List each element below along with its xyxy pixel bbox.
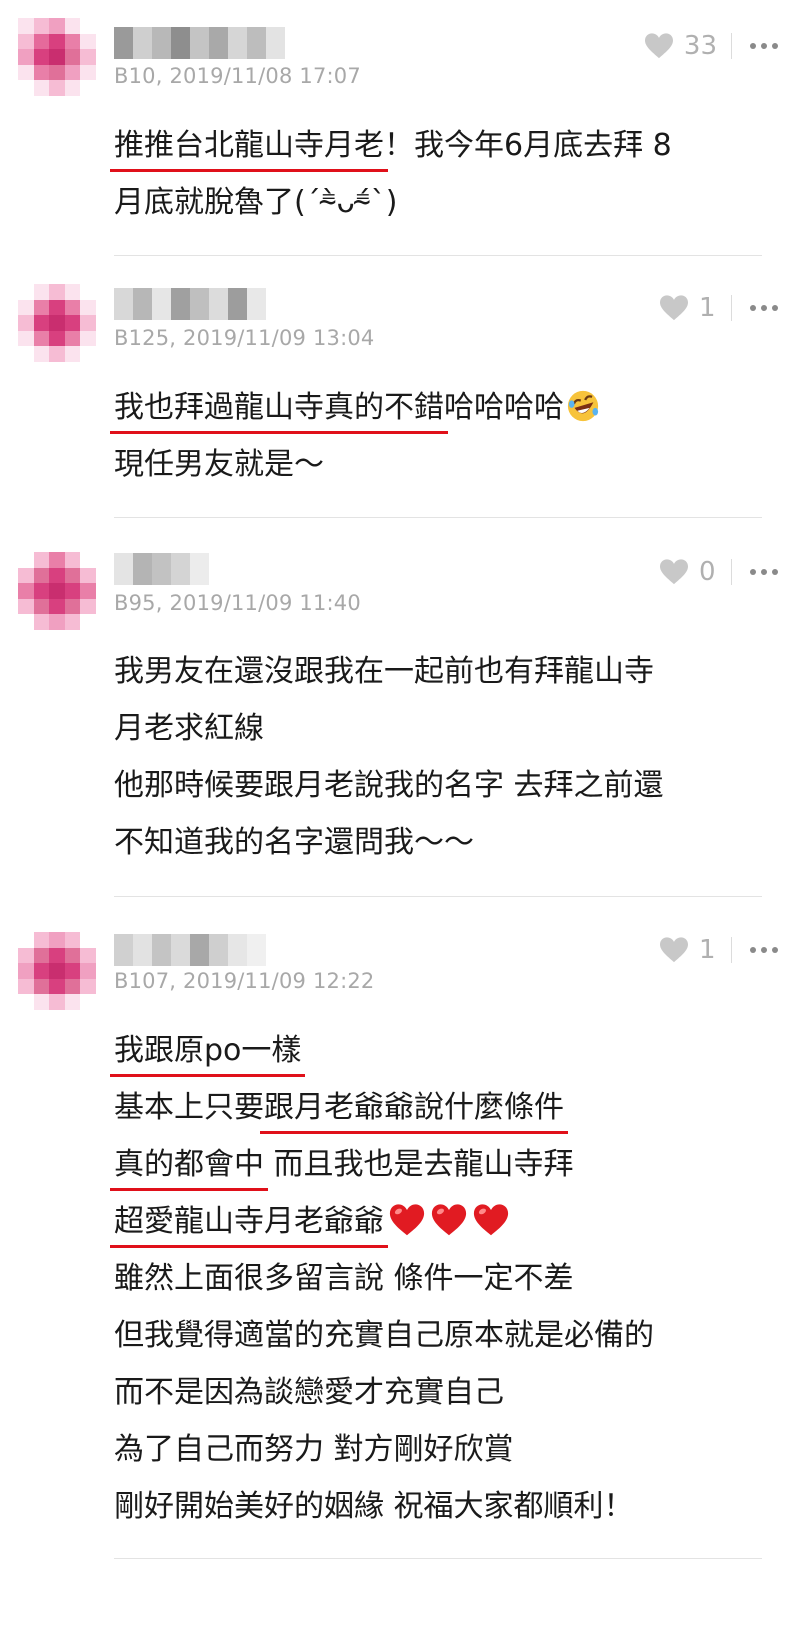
like-count: 1	[699, 935, 716, 965]
avatar[interactable]	[18, 284, 96, 362]
heart-icon	[644, 33, 673, 59]
comment-line: 我也拜過龍山寺真的不錯哈哈哈哈	[114, 379, 600, 436]
underlined-text: 真的都會中	[114, 1147, 264, 1182]
comment-body: 推推台北龍山寺月老！我今年6月底去拜 8 月底就脫魯了(ˊ⁼̴̀ᴗ⁼̴́ˋ)	[114, 117, 672, 231]
like-count: 33	[683, 31, 717, 61]
comment-line: 但我覺得適當的充實自己原本就是必備的	[114, 1307, 654, 1364]
underlined-text: 推推台北龍山寺月老	[114, 128, 384, 163]
more-options-icon[interactable]	[750, 305, 778, 311]
comment-text: 他那時候要跟月老說我的名字 去拜之前還	[114, 768, 664, 803]
comment-text: 而且我也是去龍山寺拜	[264, 1147, 574, 1182]
like-button[interactable]: 1	[659, 935, 717, 965]
comment-line: 雖然上面很多留言說 條件一定不差	[114, 1250, 654, 1307]
like-count: 1	[699, 293, 716, 323]
divider	[731, 33, 732, 59]
heart-icon	[660, 559, 688, 585]
comment-line: 我跟原po一樣	[114, 1022, 654, 1079]
more-options-icon[interactable]	[750, 43, 778, 49]
comment-line: 月老求紅線	[114, 700, 664, 757]
rolling-laughing-emoji-icon	[567, 390, 599, 422]
avatar[interactable]	[18, 18, 96, 96]
comment-line: 我男友在還沒跟我在一起前也有拜龍山寺	[114, 643, 664, 700]
comment-actions: 1	[659, 288, 778, 328]
avatar[interactable]	[18, 552, 96, 630]
comment-text: 現任男友就是～	[114, 447, 324, 482]
comment-actions: 1	[659, 930, 778, 970]
username-blurred[interactable]	[114, 934, 266, 966]
comment-meta: B125, 2019/11/09 13:04	[114, 326, 375, 350]
comment-text: 我男友在還沒跟我在一起前也有拜龍山寺	[114, 654, 654, 689]
comment-text: ！我今年6月底去拜 8	[384, 128, 672, 163]
comment-line: 超愛龍山寺月老爺爺	[114, 1193, 654, 1250]
username-blurred[interactable]	[114, 553, 209, 585]
divider	[731, 937, 732, 963]
underlined-text: 我也拜過龍山寺真的不錯	[114, 390, 444, 425]
underlined-text: 我跟原po一樣	[114, 1033, 302, 1068]
comment-meta: B95, 2019/11/09 11:40	[114, 591, 361, 615]
comment-line: 現任男友就是～	[114, 436, 600, 493]
comment-line: 月底就脫魯了(ˊ⁼̴̀ᴗ⁼̴́ˋ)	[114, 174, 672, 231]
comment-meta: B107, 2019/11/09 12:22	[114, 969, 375, 993]
comment-actions: 33	[644, 26, 778, 66]
avatar[interactable]	[18, 932, 96, 1010]
username-blurred[interactable]	[114, 288, 266, 320]
comment-text: 月老求紅線	[114, 711, 264, 746]
comment-text: 月底就脫魯了(ˊ⁼̴̀ᴗ⁼̴́ˋ)	[114, 185, 398, 220]
comment-line: 剛好開始美好的姻緣 祝福大家都順利！	[114, 1478, 654, 1535]
comment-line: 不知道我的名字還問我～～	[114, 814, 664, 871]
comment-line: 而不是因為談戀愛才充實自己	[114, 1364, 654, 1421]
divider	[731, 295, 732, 321]
comment-text: 而不是因為談戀愛才充實自己	[114, 1375, 504, 1410]
comment-text: 雖然上面很多留言說 條件一定不差	[114, 1261, 574, 1296]
like-count: 0	[699, 557, 716, 587]
heart-icon	[660, 295, 688, 321]
like-button[interactable]: 33	[644, 31, 717, 61]
username-blurred[interactable]	[114, 27, 285, 59]
comment-text: 不知道我的名字還問我～～	[114, 825, 474, 860]
comment-line: 他那時候要跟月老說我的名字 去拜之前還	[114, 757, 664, 814]
more-options-icon[interactable]	[750, 947, 778, 953]
red-heart-emoji-icon	[473, 1204, 509, 1236]
comment-line: 為了自己而努力 對方剛好欣賞	[114, 1421, 654, 1478]
comment-text: 哈哈哈哈	[444, 390, 564, 425]
comment-divider	[114, 255, 762, 256]
comment-divider	[114, 1558, 762, 1559]
red-heart-emoji-icon	[431, 1204, 467, 1236]
comment-text: 但我覺得適當的充實自己原本就是必備的	[114, 1318, 654, 1353]
more-options-icon[interactable]	[750, 569, 778, 575]
comment-text: 為了自己而努力 對方剛好欣賞	[114, 1432, 514, 1467]
comment-actions: 0	[659, 552, 778, 592]
divider	[731, 559, 732, 585]
comment-body: 我也拜過龍山寺真的不錯哈哈哈哈現任男友就是～	[114, 379, 600, 493]
like-button[interactable]: 0	[659, 557, 717, 587]
comment-text: 基本上只要	[114, 1090, 264, 1125]
like-button[interactable]: 1	[659, 293, 717, 323]
comment-meta: B10, 2019/11/08 17:07	[114, 64, 361, 88]
comment-line: 推推台北龍山寺月老！我今年6月底去拜 8	[114, 117, 672, 174]
comment-line: 真的都會中 而且我也是去龍山寺拜	[114, 1136, 654, 1193]
underlined-text: 跟月老爺爺說什麼條件	[264, 1090, 564, 1125]
comment-divider	[114, 517, 762, 518]
comment-line: 基本上只要跟月老爺爺說什麼條件	[114, 1079, 654, 1136]
red-heart-emoji-icon	[389, 1204, 425, 1236]
comment-text: 剛好開始美好的姻緣 祝福大家都順利！	[114, 1489, 634, 1524]
comment-divider	[114, 896, 762, 897]
underlined-text: 超愛龍山寺月老爺爺	[114, 1204, 384, 1239]
heart-icon	[660, 937, 688, 963]
comment-body: 我男友在還沒跟我在一起前也有拜龍山寺 月老求紅線他那時候要跟月老說我的名字 去拜之…	[114, 643, 664, 871]
comment-body: 我跟原po一樣 基本上只要跟月老爺爺說什麼條件 真的都會中 而且我也是去龍山寺拜 超愛…	[114, 1022, 654, 1535]
